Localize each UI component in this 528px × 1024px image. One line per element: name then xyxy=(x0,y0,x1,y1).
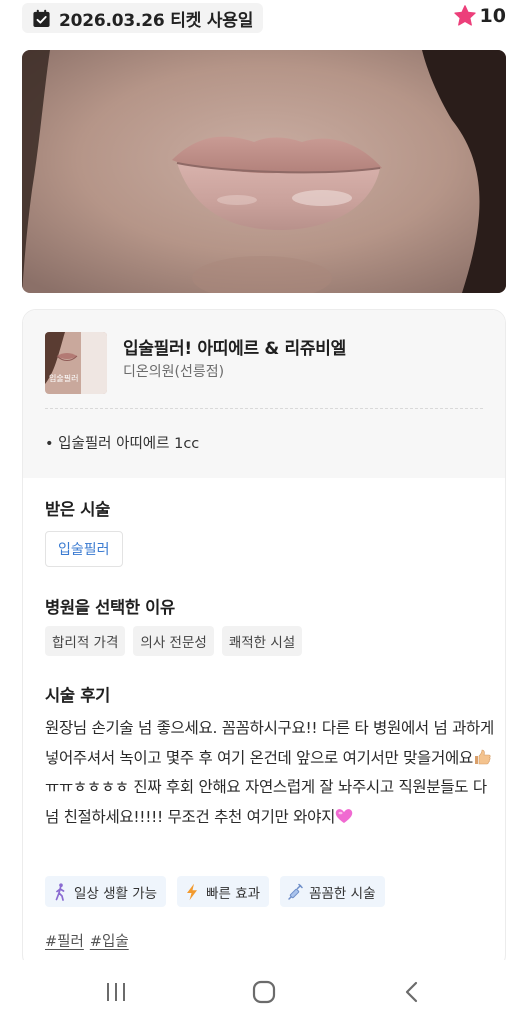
calendar-check-icon xyxy=(33,9,50,27)
hashtag-link[interactable]: #필러 xyxy=(45,930,84,951)
home-button[interactable] xyxy=(244,976,284,1008)
reason-chip: 쾌적한 시설 xyxy=(221,626,303,656)
effect-label: 꼼꼼한 시술 xyxy=(309,885,376,902)
top-bar: 2026.03.26 티켓 사용일 10 xyxy=(0,0,528,40)
rating: 10 xyxy=(453,4,506,28)
star-icon xyxy=(453,5,476,26)
walking-person-icon xyxy=(55,882,65,901)
ticket-date-chip: 2026.03.26 티켓 사용일 xyxy=(22,3,264,33)
divider xyxy=(45,408,483,409)
clinic-name[interactable]: 디온의원(선릉점) xyxy=(123,361,224,381)
ticket-date-label: 2026.03.26 티켓 사용일 xyxy=(59,10,254,31)
effect-label: 일상 생활 가능 xyxy=(74,885,158,902)
product-thumbnail[interactable]: 입술필러 xyxy=(45,332,107,394)
recent-apps-button[interactable] xyxy=(96,976,136,1008)
effect-tag: 꼼꼼한 시술 xyxy=(280,876,385,907)
hashtags: #필러 #입술 xyxy=(45,930,129,951)
reasons-list: 합리적 가격 의사 전문성 쾌적한 시설 xyxy=(45,626,303,656)
back-icon xyxy=(405,981,418,1003)
back-button[interactable] xyxy=(392,976,432,1008)
review-text-part1: 원장님 손기술 넘 좋으세요. 꼼꼼하시구요!! 다른 타 병원에서 넘 과하게… xyxy=(45,719,494,767)
review-text: 원장님 손기술 넘 좋으세요. 꼼꼼하시구요!! 다른 타 병원에서 넘 과하게… xyxy=(45,714,495,832)
recent-apps-icon xyxy=(107,983,125,1001)
procedure-heading: 받은 시술 xyxy=(45,500,110,519)
reasons-heading: 병원을 선택한 이유 xyxy=(45,598,175,617)
review-card: 입술필러 입술필러! 아띠에르 & 리쥬비엘 디온의원(선릉점) • 입술필러 … xyxy=(22,309,506,969)
product-info[interactable]: 입술필러 입술필러! 아띠에르 & 리쥬비엘 디온의원(선릉점) • 입술필러 … xyxy=(23,310,505,478)
product-option: • 입술필러 아띠에르 1cc xyxy=(45,436,200,452)
review-heading: 시술 후기 xyxy=(45,686,110,705)
reason-chip: 합리적 가격 xyxy=(45,626,126,656)
thumbnail-caption: 입술필러 xyxy=(49,373,78,383)
star-count: 10 xyxy=(479,5,506,27)
thumbs-up-icon xyxy=(474,749,491,764)
system-navigation-bar xyxy=(0,960,528,1024)
effect-tag: 일상 생활 가능 xyxy=(45,876,167,907)
reason-chip: 의사 전문성 xyxy=(133,626,214,656)
pink-heart-icon xyxy=(335,808,353,823)
home-icon xyxy=(252,980,276,1004)
review-photo[interactable] xyxy=(22,50,506,293)
syringe-icon xyxy=(288,883,303,900)
lightning-icon xyxy=(187,883,198,900)
review-text-part2: ㅠㅠㅎㅎㅎㅎ 진짜 후회 안해요 자연스럽게 잘 놔주시고 직원분들도 다 넘 … xyxy=(45,778,487,826)
product-title[interactable]: 입술필러! 아띠에르 & 리쥬비엘 xyxy=(123,334,346,359)
effect-label: 빠른 효과 xyxy=(206,885,261,902)
effect-tags: 일상 생활 가능 빠른 효과 꼼꼼한 시술 xyxy=(45,876,385,907)
procedure-chip[interactable]: 입술필러 xyxy=(45,531,123,567)
effect-tag: 빠른 효과 xyxy=(177,876,270,907)
hashtag-link[interactable]: #입술 xyxy=(90,930,129,951)
